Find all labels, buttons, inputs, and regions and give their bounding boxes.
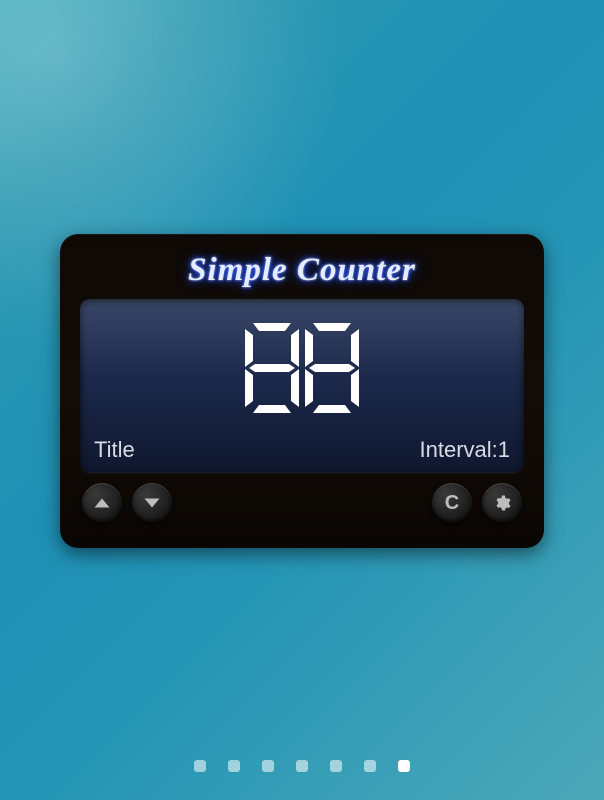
digit-8-icon xyxy=(305,323,359,413)
page-dot[interactable] xyxy=(262,760,274,772)
page-dot[interactable] xyxy=(296,760,308,772)
clear-button[interactable]: C xyxy=(432,483,472,523)
counter-value-area xyxy=(80,299,524,437)
settings-button[interactable] xyxy=(482,483,522,523)
page-dot-active[interactable] xyxy=(398,760,410,772)
counter-widget: Simple Counter xyxy=(60,234,544,548)
pagination-dots xyxy=(0,760,604,772)
counter-digits xyxy=(245,323,359,413)
counter-display[interactable]: Title Interval:1 xyxy=(80,299,524,473)
page-dot[interactable] xyxy=(364,760,376,772)
page-dot[interactable] xyxy=(194,760,206,772)
page-dot[interactable] xyxy=(330,760,342,772)
digit-8-icon xyxy=(245,323,299,413)
page-dot[interactable] xyxy=(228,760,240,772)
interval-label: Interval:1 xyxy=(420,437,511,463)
gear-icon xyxy=(493,494,511,512)
increment-button[interactable] xyxy=(82,483,122,523)
left-button-group xyxy=(82,483,172,523)
clear-icon: C xyxy=(445,493,459,513)
chevron-up-icon xyxy=(93,494,111,512)
controls-row: C xyxy=(80,483,524,523)
decrement-button[interactable] xyxy=(132,483,172,523)
right-button-group: C xyxy=(432,483,522,523)
title-label: Title xyxy=(94,437,135,463)
chevron-down-icon xyxy=(143,494,161,512)
app-title: Simple Counter xyxy=(80,252,524,289)
display-footer: Title Interval:1 xyxy=(80,437,524,473)
